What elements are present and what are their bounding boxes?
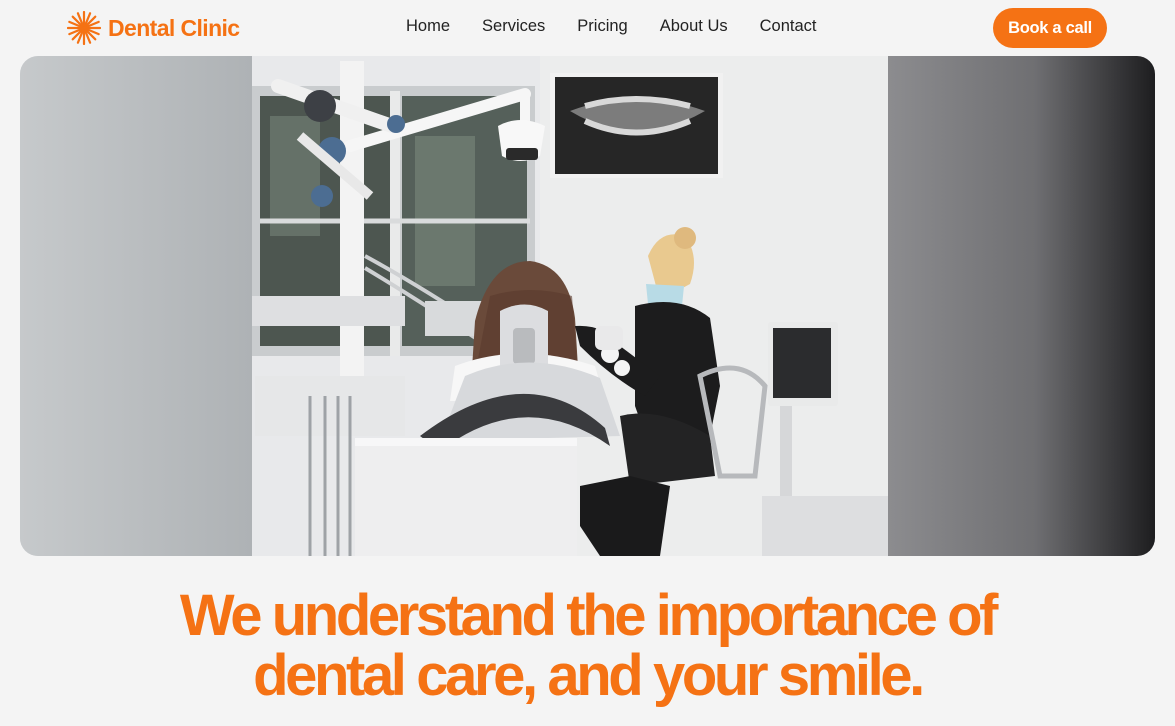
- brand-name: Dental Clinic: [108, 14, 240, 41]
- headline-line-1: We understand the importance of: [179, 583, 999, 648]
- top-navbar: Dental Clinic Home Services Pricing Abou…: [0, 0, 1175, 56]
- book-a-call-button[interactable]: Book a call: [993, 8, 1107, 48]
- nav-link-home[interactable]: Home: [406, 17, 450, 35]
- nav-link-about-us[interactable]: About Us: [660, 17, 728, 35]
- hero-headline: We understand the importance of dental c…: [0, 586, 1175, 706]
- brand-logo-link[interactable]: Dental Clinic: [67, 11, 240, 45]
- asterisk-burst-icon: [67, 11, 101, 45]
- main-nav: Home Services Pricing About Us Contact: [406, 17, 816, 36]
- hero-image: [20, 56, 1155, 556]
- nav-link-pricing[interactable]: Pricing: [577, 17, 627, 35]
- nav-link-contact[interactable]: Contact: [760, 17, 817, 35]
- dental-clinic-photo: [20, 56, 1155, 556]
- nav-link-services[interactable]: Services: [482, 17, 545, 35]
- headline-line-2: dental care, and your smile.: [253, 643, 925, 708]
